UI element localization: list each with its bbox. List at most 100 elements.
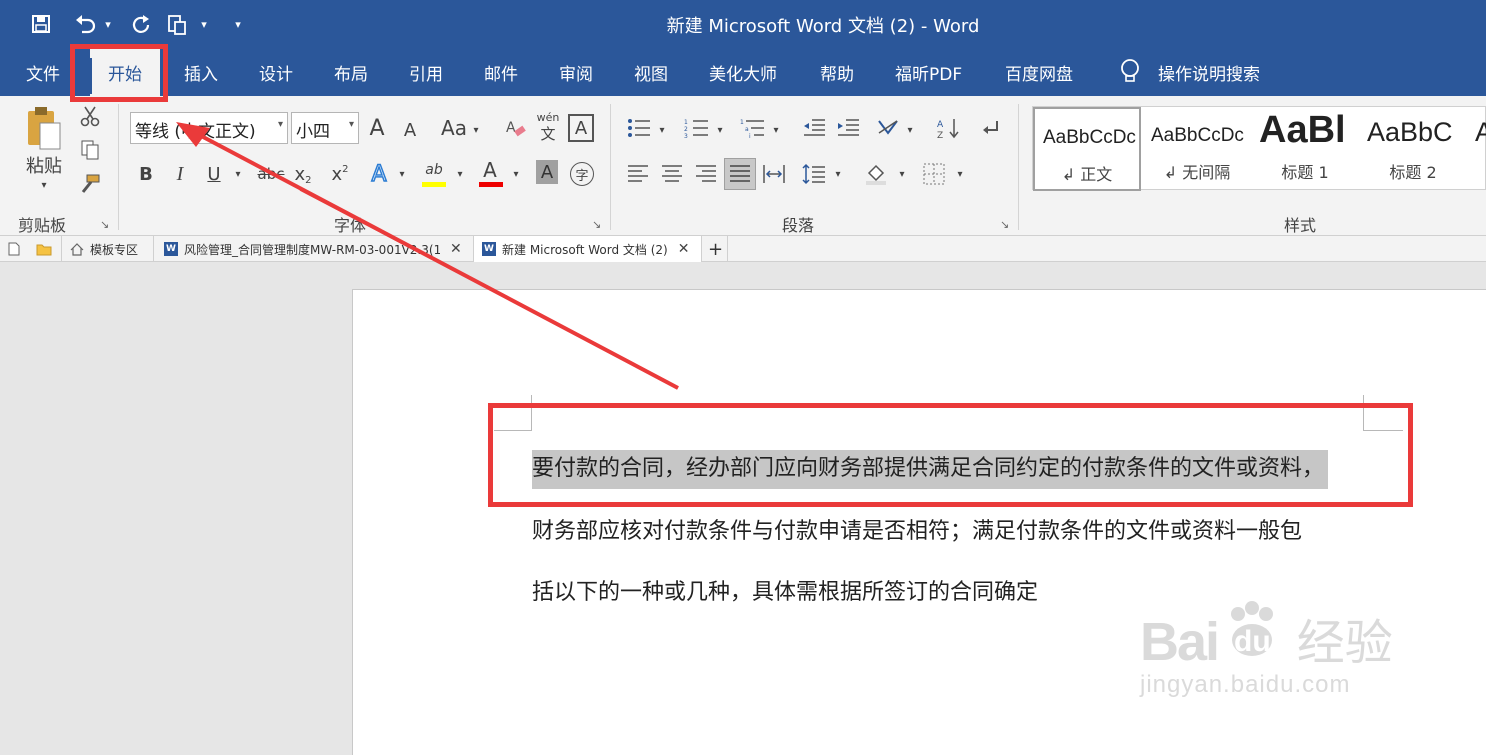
text-effects-button[interactable]: A	[366, 160, 392, 188]
sort-icon[interactable]: AZ	[934, 114, 962, 142]
numbering-icon[interactable]: 123	[682, 114, 712, 142]
increase-indent-icon[interactable]	[834, 114, 862, 142]
change-case-dropdown-icon[interactable]: ▾	[470, 122, 482, 138]
chevron-down-icon[interactable]: ▾	[278, 119, 283, 130]
tab-baidu-netdisk[interactable]: 百度网盘	[1005, 60, 1073, 85]
doc-tab-templates[interactable]: 模板专区	[62, 236, 154, 262]
baidu-jingyan-watermark: Bai du 经验 jingyan.baidu.com	[1140, 596, 1393, 699]
clipboard-launcher-icon[interactable]: ↘	[100, 218, 109, 231]
style-normal[interactable]: AaBbCcDc ↲ 正文	[1033, 107, 1141, 191]
phonetic-guide-button[interactable]: 文	[536, 124, 560, 143]
font-launcher-icon[interactable]: ↘	[592, 218, 601, 231]
bold-button[interactable]: B	[134, 160, 158, 188]
annotation-highlight-selected-text	[488, 403, 1413, 507]
distributed-align-icon[interactable]	[760, 160, 788, 188]
tab-references[interactable]: 引用	[409, 60, 443, 85]
line-spacing-dropdown-icon[interactable]: ▾	[832, 166, 844, 182]
font-color-dropdown-icon[interactable]: ▾	[510, 166, 522, 182]
align-center-icon[interactable]	[658, 160, 686, 188]
style-no-spacing[interactable]: AaBbCcDc ↲ 无间隔	[1143, 107, 1251, 191]
tab-layout[interactable]: 布局	[334, 60, 368, 85]
style-sample: A	[1475, 117, 1486, 147]
svg-text:2: 2	[684, 126, 688, 133]
folder-icon[interactable]	[28, 236, 62, 262]
paragraph-line[interactable]: 括以下的一种或几种，具体需根据所签订的合同确定	[532, 574, 1038, 606]
bullets-icon[interactable]	[624, 114, 654, 142]
svg-text:i: i	[749, 133, 751, 138]
style-heading-2[interactable]: AaBbC 标题 2	[1359, 107, 1467, 191]
line-spacing-icon[interactable]	[800, 160, 828, 188]
word-doc-icon: W	[164, 242, 178, 256]
italic-button[interactable]: I	[168, 160, 192, 188]
doc-tab-new-document[interactable]: W 新建 Microsoft Word 文档 (2) ✕	[474, 236, 702, 262]
numbering-dropdown-icon[interactable]: ▾	[714, 122, 726, 138]
copy-icon[interactable]	[78, 138, 102, 162]
highlight-dropdown-icon[interactable]: ▾	[454, 166, 466, 182]
enclose-characters-button[interactable]: 字	[570, 162, 594, 186]
tab-insert[interactable]: 插入	[184, 60, 218, 85]
multilevel-dropdown-icon[interactable]: ▾	[770, 122, 782, 138]
tab-beautify-master[interactable]: 美化大师	[709, 60, 777, 85]
borders-icon[interactable]	[920, 160, 948, 188]
tab-help[interactable]: 帮助	[820, 60, 854, 85]
grow-font-button[interactable]: A	[366, 114, 388, 142]
shrink-font-button[interactable]: A	[400, 118, 420, 142]
align-left-icon[interactable]	[624, 160, 652, 188]
clipboard-group-label: 剪贴板	[18, 216, 67, 235]
character-shading-button[interactable]: A	[536, 160, 558, 184]
chevron-down-icon[interactable]: ▾	[349, 119, 354, 130]
svg-text:1: 1	[740, 119, 744, 126]
style-heading-1[interactable]: AaBl 标题 1	[1251, 107, 1359, 191]
svg-text:1: 1	[684, 119, 688, 126]
paste-dropdown-icon[interactable]: ▾	[36, 178, 52, 192]
font-color-button[interactable]: A	[478, 158, 502, 182]
change-case-button[interactable]: Aa	[440, 114, 468, 142]
tab-view[interactable]: 视图	[634, 60, 668, 85]
clear-formatting-icon[interactable]: A	[504, 114, 528, 142]
tab-foxit-pdf[interactable]: 福昕PDF	[895, 60, 962, 85]
style-name: 标题 1	[1281, 163, 1329, 182]
bullets-dropdown-icon[interactable]: ▾	[656, 122, 668, 138]
superscript-button[interactable]: x2	[328, 160, 352, 188]
chinese-layout-dropdown-icon[interactable]: ▾	[904, 122, 916, 138]
underline-dropdown-icon[interactable]: ▾	[232, 166, 244, 182]
tab-mailings[interactable]: 邮件	[484, 60, 518, 85]
highlight-button[interactable]: ab	[420, 158, 448, 182]
align-right-icon[interactable]	[692, 160, 720, 188]
tab-design[interactable]: 设计	[259, 60, 293, 85]
text-effects-dropdown-icon[interactable]: ▾	[396, 166, 408, 182]
font-name-combo[interactable]: 等线 (中文正文) ▾	[130, 112, 288, 144]
home-icon	[70, 242, 84, 256]
show-formatting-marks-icon[interactable]	[976, 114, 1004, 142]
chinese-layout-icon[interactable]	[874, 114, 902, 142]
paste-button[interactable]: 粘贴	[22, 154, 66, 177]
font-group-label: 字体	[334, 216, 367, 235]
add-tab-icon[interactable]: +	[702, 236, 728, 262]
tab-review[interactable]: 审阅	[559, 60, 593, 85]
font-size-combo[interactable]: 小四 ▾	[291, 112, 359, 144]
subscript-button[interactable]: x2	[294, 160, 312, 188]
strikethrough-button[interactable]: abc	[254, 160, 288, 188]
format-painter-icon[interactable]	[78, 172, 102, 196]
decrease-indent-icon[interactable]	[800, 114, 828, 142]
style-sample: AaBbCcDc	[1043, 127, 1136, 148]
paragraph-line[interactable]: 财务部应核对付款条件与付款申请是否相符；满足付款条件的文件或资料一般包	[532, 513, 1302, 545]
doc-tab-risk-management[interactable]: W 风险管理_合同管理制度MW-RM-03-001V2.3(1) ✕	[156, 236, 474, 262]
close-icon[interactable]: ✕	[450, 241, 462, 257]
tell-me-search[interactable]: 操作说明搜索	[1158, 60, 1260, 85]
cut-icon[interactable]	[78, 104, 102, 128]
lightbulb-icon[interactable]	[1118, 58, 1142, 89]
style-more[interactable]: A	[1467, 107, 1486, 191]
underline-button[interactable]: U	[202, 160, 226, 188]
justify-icon[interactable]	[724, 158, 756, 190]
paragraph-launcher-icon[interactable]: ↘	[1000, 218, 1009, 231]
borders-dropdown-icon[interactable]: ▾	[954, 166, 966, 182]
clipboard-paste-icon[interactable]	[22, 104, 66, 154]
shading-icon[interactable]	[862, 160, 890, 188]
multilevel-list-icon[interactable]: 1ai	[738, 114, 768, 142]
paragraph-group-label: 段落	[782, 216, 815, 235]
shading-dropdown-icon[interactable]: ▾	[896, 166, 908, 182]
character-border-button[interactable]: A	[568, 114, 594, 142]
close-icon[interactable]: ✕	[678, 241, 690, 257]
tab-file[interactable]: 文件	[26, 60, 60, 85]
